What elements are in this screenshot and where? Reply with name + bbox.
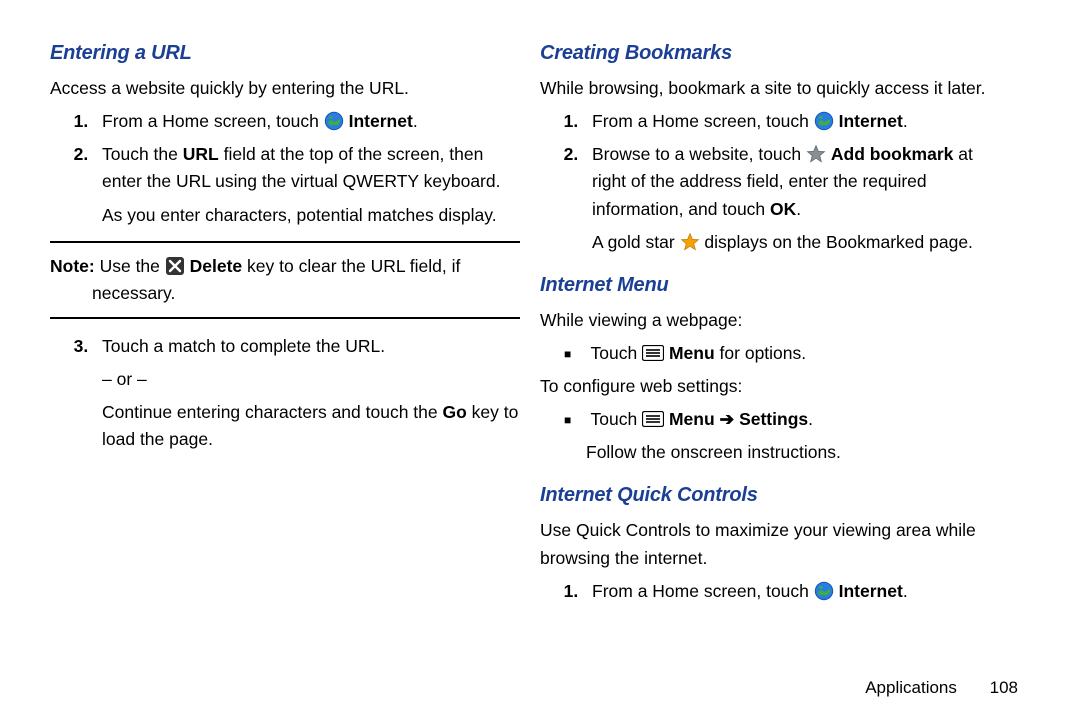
bookmark-step-2: Browse to a website, touch Add bookmark … (588, 141, 1010, 256)
internet-icon (324, 111, 344, 131)
menu-bullet-1: Touch Menu for options. (586, 340, 1010, 367)
text: Touch the (102, 144, 183, 164)
menu-bullet-2-sub: Follow the onscreen instructions. (586, 439, 1010, 466)
menu-config-intro: To configure web settings: (540, 373, 1010, 400)
text: Touch a match to complete the URL. (102, 336, 385, 356)
right-column: Creating Bookmarks While browsing, bookm… (540, 38, 1030, 700)
internet-label: Internet (839, 111, 903, 131)
page-number: 108 (990, 678, 1018, 697)
bookmark-steps: From a Home screen, touch Internet. Brow… (540, 108, 1010, 256)
text: . (903, 111, 908, 131)
text: A gold star (592, 232, 680, 252)
page-footer: Applications 108 (865, 678, 1018, 698)
text: Browse to a website, touch (592, 144, 806, 164)
internet-label: Internet (349, 111, 413, 131)
menu-label: Menu (669, 409, 715, 429)
text: Touch (591, 343, 643, 363)
text: . (413, 111, 418, 131)
or-divider: – or – (102, 366, 520, 393)
text: displays on the Bookmarked page. (700, 232, 973, 252)
text: . (808, 409, 813, 429)
go-label: Go (443, 402, 467, 422)
heading-creating-bookmarks: Creating Bookmarks (540, 38, 1010, 69)
settings-label: Settings (739, 409, 808, 429)
note-block: Note: Use the Delete key to clear the UR… (50, 241, 520, 319)
footer-section: Applications (865, 678, 957, 697)
step2-sub: As you enter characters, potential match… (102, 202, 520, 229)
url-steps-cont: Touch a match to complete the URL. – or … (50, 333, 520, 454)
internet-icon (814, 111, 834, 131)
menu-icon (642, 411, 664, 427)
heading-quick-controls: Internet Quick Controls (540, 480, 1010, 511)
menu-bullets-2: Touch Menu ➔ Settings. Follow the onscre… (540, 406, 1010, 466)
text: Use the (95, 256, 165, 276)
text: From a Home screen, touch (102, 111, 324, 131)
menu-icon (642, 345, 664, 361)
text: From a Home screen, touch (592, 581, 814, 601)
heading-internet-menu: Internet Menu (540, 270, 1010, 301)
menu-intro: While viewing a webpage: (540, 307, 1010, 334)
quick-controls-intro: Use Quick Controls to maximize your view… (540, 517, 1010, 571)
add-bookmark-label: Add bookmark (831, 144, 954, 164)
text: From a Home screen, touch (592, 111, 814, 131)
menu-bullets-1: Touch Menu for options. (540, 340, 1010, 367)
internet-icon (814, 581, 834, 601)
url-step-3: Touch a match to complete the URL. – or … (98, 333, 520, 454)
arrow: ➔ (715, 409, 739, 429)
star-grey-icon (806, 144, 826, 164)
text: Continue entering characters and touch t… (102, 402, 443, 422)
quick-controls-steps: From a Home screen, touch Internet. (540, 578, 1010, 605)
ok-label: OK (770, 199, 796, 219)
left-column: Entering a URL Access a website quickly … (50, 38, 540, 700)
url-steps: From a Home screen, touch Internet. Touc… (50, 108, 520, 229)
menu-label: Menu (669, 343, 715, 363)
menu-bullet-2: Touch Menu ➔ Settings. Follow the onscre… (586, 406, 1010, 466)
url-label: URL (183, 144, 219, 164)
url-step-2: Touch the URL field at the top of the sc… (98, 141, 520, 228)
internet-label: Internet (839, 581, 903, 601)
text: . (903, 581, 908, 601)
bookmarks-intro: While browsing, bookmark a site to quick… (540, 75, 1010, 102)
delete-label: Delete (190, 256, 243, 276)
note-lead: Note: (50, 256, 95, 276)
heading-entering-url: Entering a URL (50, 38, 520, 69)
bookmark-step-1: From a Home screen, touch Internet. (588, 108, 1010, 135)
url-step-1: From a Home screen, touch Internet. (98, 108, 520, 135)
text: for options. (715, 343, 806, 363)
text: . (796, 199, 801, 219)
bookmark-step2-sub: A gold star displays on the Bookmarked p… (592, 229, 1010, 256)
text: Touch (591, 409, 643, 429)
step3-cont: Continue entering characters and touch t… (102, 399, 520, 453)
star-gold-icon (680, 232, 700, 252)
manual-page: Entering a URL Access a website quickly … (0, 0, 1080, 720)
url-intro: Access a website quickly by entering the… (50, 75, 520, 102)
delete-icon (165, 256, 185, 276)
quick-controls-step-1: From a Home screen, touch Internet. (588, 578, 1010, 605)
